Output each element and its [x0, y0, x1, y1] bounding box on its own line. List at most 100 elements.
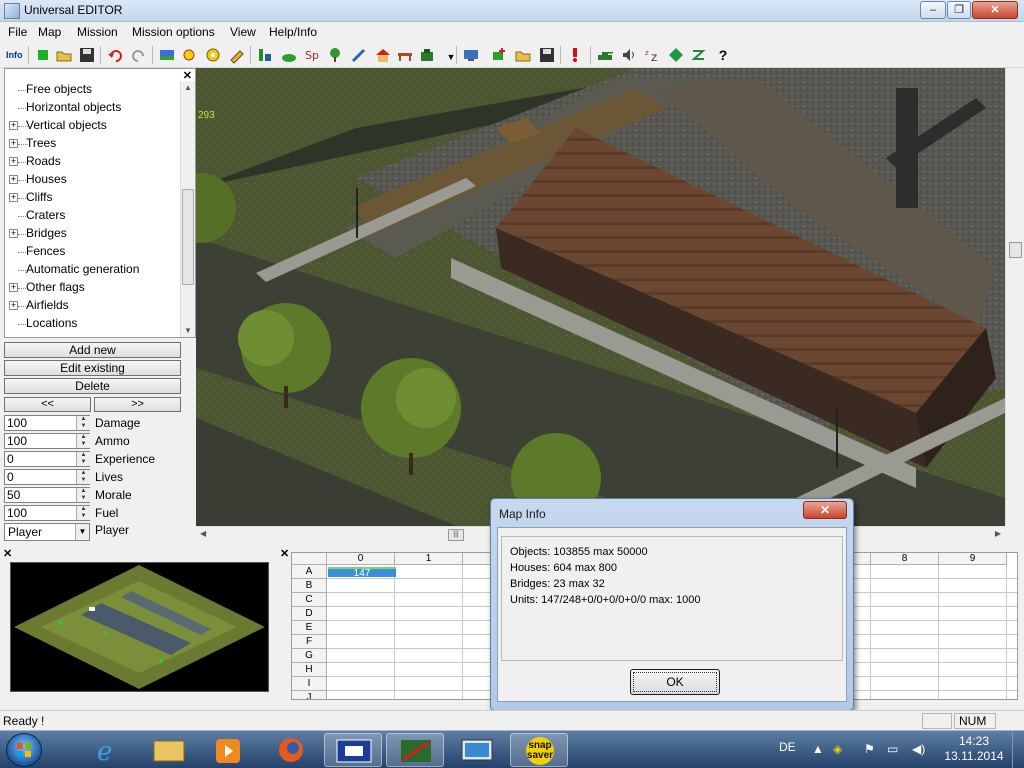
wave-icon[interactable]: [690, 46, 708, 64]
zoom-icon[interactable]: zZ: [644, 46, 662, 64]
diamond-icon[interactable]: [667, 46, 685, 64]
grid-cell-a0[interactable]: 147: [328, 567, 396, 579]
expand-icon[interactable]: +: [9, 139, 18, 148]
menu-file[interactable]: File: [8, 25, 27, 39]
scroll-left-icon[interactable]: ◀: [200, 529, 206, 538]
undo-icon[interactable]: [106, 46, 124, 64]
ok-button[interactable]: OK: [630, 669, 720, 695]
internet-explorer-icon[interactable]: e: [78, 733, 136, 767]
text-icon[interactable]: Sp: [303, 46, 321, 64]
expand-icon[interactable]: +: [9, 157, 18, 166]
dropdown-icon[interactable]: ▼: [442, 46, 460, 64]
expand-icon[interactable]: +: [9, 283, 18, 292]
tree-item[interactable]: + Vertical objects: [5, 117, 177, 135]
open-icon[interactable]: [55, 46, 73, 64]
tree-item[interactable]: Automatic generation: [5, 261, 177, 279]
computer-icon[interactable]: [462, 46, 480, 64]
media-player-icon[interactable]: [200, 733, 258, 767]
sun-icon[interactable]: [180, 46, 198, 64]
map-vertical-scrollbar[interactable]: [1005, 68, 1024, 526]
tree-scrollbar[interactable]: ▲ ▼: [180, 81, 195, 337]
tree-item[interactable]: + Cliffs: [5, 189, 177, 207]
scroll-down-icon[interactable]: ▼: [184, 326, 192, 335]
tree-item[interactable]: Free objects: [5, 81, 177, 99]
menu-view[interactable]: View: [230, 25, 256, 39]
grid-close-icon[interactable]: ✕: [280, 547, 289, 560]
minimap[interactable]: [10, 562, 269, 692]
pencil-icon[interactable]: [228, 46, 246, 64]
tree-item[interactable]: Locations: [5, 315, 177, 333]
minimap-close-icon[interactable]: ✕: [3, 547, 12, 560]
dialog-close-button[interactable]: ✕: [803, 501, 847, 519]
redo-icon[interactable]: [130, 46, 148, 64]
terrain-icon[interactable]: [158, 46, 176, 64]
house-icon[interactable]: [374, 46, 392, 64]
delete-button[interactable]: Delete: [4, 378, 181, 394]
tree-item[interactable]: + Airfields: [5, 297, 177, 315]
tree-item[interactable]: + Houses: [5, 171, 177, 189]
sound-icon[interactable]: [620, 46, 638, 64]
bridge-icon[interactable]: [396, 46, 414, 64]
tree-item[interactable]: Horizontal objects: [5, 99, 177, 117]
folder-icon[interactable]: [514, 46, 532, 64]
menu-help-info[interactable]: Help/Info: [269, 25, 317, 39]
scroll-up-icon[interactable]: ▲: [184, 83, 192, 92]
menu-mission[interactable]: Mission: [77, 25, 118, 39]
help-icon[interactable]: ?: [714, 46, 732, 64]
settings-icon[interactable]: [204, 46, 222, 64]
grass-icon[interactable]: [256, 46, 274, 64]
disk-icon[interactable]: [538, 46, 556, 64]
tree-item[interactable]: + Trees: [5, 135, 177, 153]
maximize-button[interactable]: ❐: [947, 1, 971, 19]
add-new-button[interactable]: Add new: [4, 342, 181, 358]
map-viewport[interactable]: [196, 68, 1005, 526]
tank-icon[interactable]: [596, 46, 614, 64]
tree-scroll-thumb[interactable]: [182, 189, 194, 285]
tree-item[interactable]: + Roads: [5, 153, 177, 171]
usb-app-icon[interactable]: [324, 733, 382, 767]
spinner-icon[interactable]: ▲ ▼: [76, 488, 90, 502]
map-vscroll-thumb[interactable]: [1009, 242, 1022, 258]
language-indicator[interactable]: DE: [779, 740, 796, 754]
prev-button[interactable]: <<: [4, 397, 91, 412]
spinner-icon[interactable]: ▲ ▼: [76, 452, 90, 466]
new-icon[interactable]: [34, 46, 52, 64]
volume-icon[interactable]: ◀): [912, 742, 925, 756]
file-explorer-icon[interactable]: [140, 733, 198, 767]
brush-icon[interactable]: [350, 46, 368, 64]
expand-icon[interactable]: +: [9, 193, 18, 202]
tree-icon[interactable]: [326, 46, 344, 64]
tree-item[interactable]: + Other flags: [5, 279, 177, 297]
map-hscroll-thumb[interactable]: |||: [448, 529, 464, 541]
spinner-icon[interactable]: ▲ ▼: [76, 470, 90, 484]
expand-icon[interactable]: +: [9, 229, 18, 238]
start-button[interactable]: [6, 733, 42, 767]
tree-item[interactable]: + Bridges: [5, 225, 177, 243]
snap-saver-icon[interactable]: snap saver: [510, 733, 568, 767]
firefox-icon[interactable]: [262, 733, 320, 767]
menu-mission-options[interactable]: Mission options: [132, 25, 215, 39]
spinner-icon[interactable]: ▲ ▼: [76, 416, 90, 430]
chevron-down-icon[interactable]: ▼: [75, 524, 89, 540]
scroll-right-icon[interactable]: ▶: [995, 529, 1001, 538]
show-desktop-button[interactable]: [1012, 731, 1024, 768]
tray-expand-icon[interactable]: ▲: [812, 742, 824, 756]
spinner-icon[interactable]: ▲ ▼: [76, 506, 90, 520]
add-icon[interactable]: [490, 46, 508, 64]
tree-item[interactable]: Craters: [5, 207, 177, 225]
info-icon[interactable]: Info: [6, 46, 24, 64]
edit-existing-button[interactable]: Edit existing: [4, 360, 181, 376]
clock[interactable]: 14:23 13.11.2014: [944, 734, 1004, 764]
hill-icon[interactable]: [280, 46, 298, 64]
next-button[interactable]: >>: [94, 397, 181, 412]
save-icon[interactable]: [78, 46, 96, 64]
expand-icon[interactable]: +: [9, 301, 18, 310]
object-icon[interactable]: [418, 46, 436, 64]
tree-item[interactable]: Fences: [5, 243, 177, 261]
flag-icon[interactable]: ⚑: [864, 742, 875, 756]
expand-icon[interactable]: +: [9, 175, 18, 184]
editor-app-icon[interactable]: [386, 733, 444, 767]
snap-tray-icon[interactable]: ◈: [833, 742, 842, 756]
close-button[interactable]: ✕: [972, 1, 1018, 19]
menu-map[interactable]: Map: [38, 25, 61, 39]
